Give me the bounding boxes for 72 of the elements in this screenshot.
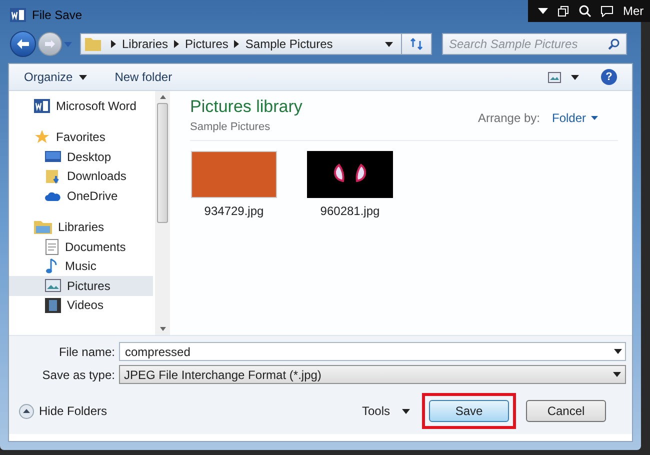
forward-arrow-icon: [44, 39, 56, 49]
monitor-icon: [45, 150, 61, 164]
breadcrumb[interactable]: Pictures: [185, 35, 228, 53]
file-name-label: File name:: [58, 344, 116, 360]
windows-icon[interactable]: [558, 6, 569, 16]
window-title: File Save: [32, 7, 82, 24]
arrange-dropdown[interactable]: Folder: [552, 109, 598, 127]
sidebar-item[interactable]: Pictures: [9, 276, 153, 296]
breadcrumb[interactable]: Sample Pictures: [245, 35, 333, 53]
file-name[interactable]: 960281.jpg: [320, 202, 380, 220]
sidebar-item[interactable]: Desktop: [9, 147, 153, 166]
chevron-icon: [111, 40, 116, 48]
caret-icon: [591, 116, 598, 120]
caret-icon: [402, 408, 410, 414]
scroll-thumb[interactable]: [157, 103, 168, 223]
sidebar-item[interactable]: Music: [9, 256, 153, 276]
sidebar-item[interactable]: Downloads: [9, 166, 153, 186]
caret-icon: [78, 74, 87, 80]
cloud-icon: [45, 190, 61, 202]
folder-icon: [34, 220, 52, 234]
scroll-down-icon: [160, 327, 166, 331]
back-arrow-icon: [16, 38, 30, 50]
chevron-icon: [174, 40, 180, 48]
comment-icon[interactable]: [601, 6, 613, 16]
folder-icon: [45, 168, 61, 184]
breadcrumb[interactable]: Libraries: [122, 35, 168, 53]
library-title: Pictures library: [190, 97, 302, 117]
save-button[interactable]: Save: [429, 400, 509, 422]
search-icon: [608, 38, 620, 50]
search-field[interactable]: Search Sample Pictures: [442, 33, 627, 55]
scrollbar[interactable]: [155, 91, 170, 335]
help-button[interactable]: ?: [601, 69, 617, 85]
scroll-up-icon: [160, 95, 166, 99]
sidebar-item[interactable]: Libraries: [9, 218, 153, 237]
dropdown-caret-icon: [613, 372, 621, 377]
chevron-icon: [234, 40, 240, 48]
back-button[interactable]: [10, 31, 36, 57]
sidebar-item[interactable]: Microsoft Word: [9, 96, 153, 116]
save-type-dropdown[interactable]: JPEG File Interchange Format (*.jpg): [119, 365, 626, 384]
address-bar[interactable]: Libraries Pictures Sample Pictures: [80, 33, 432, 55]
folder-icon: [85, 37, 101, 51]
menu-text[interactable]: Mer: [623, 2, 644, 20]
cancel-button[interactable]: Cancel: [526, 400, 606, 422]
view-icon[interactable]: [548, 72, 561, 82]
app-icon: [10, 7, 26, 23]
star-icon: [34, 129, 50, 146]
file-name-field[interactable]: compressed: [119, 342, 626, 361]
sidebar-item[interactable]: Favorites: [9, 128, 153, 147]
forward-button[interactable]: [38, 32, 62, 56]
film-icon: [45, 298, 61, 313]
organize-button[interactable]: Organize: [24, 68, 87, 86]
collapse-icon: [19, 404, 34, 418]
file-name[interactable]: 934729.jpg: [204, 202, 264, 220]
sidebar-item[interactable]: Videos: [9, 296, 153, 315]
hide-folders-button[interactable]: Hide Folders: [19, 402, 108, 420]
picture-icon: [45, 279, 61, 292]
address-dropdown-icon: [385, 42, 393, 46]
sidebar-item[interactable]: Documents: [9, 237, 153, 256]
view-caret-icon: [571, 74, 579, 80]
refresh-icon[interactable]: [410, 38, 424, 50]
dropdown-caret-icon: [614, 349, 622, 354]
document-icon: [34, 98, 50, 114]
new-folder-button[interactable]: New folder: [114, 68, 172, 86]
library-subtitle: Sample Pictures: [190, 120, 272, 135]
tools-button[interactable]: Tools: [362, 402, 410, 420]
sidebar-item[interactable]: OneDrive: [9, 186, 153, 206]
document-icon: [45, 238, 59, 255]
search-icon[interactable]: [579, 5, 591, 17]
music-note-icon: [45, 258, 59, 274]
arrange-label: Arrange by:: [478, 110, 540, 127]
caret-icon[interactable]: [538, 8, 548, 14]
save-type-label: Save as type:: [41, 366, 116, 384]
